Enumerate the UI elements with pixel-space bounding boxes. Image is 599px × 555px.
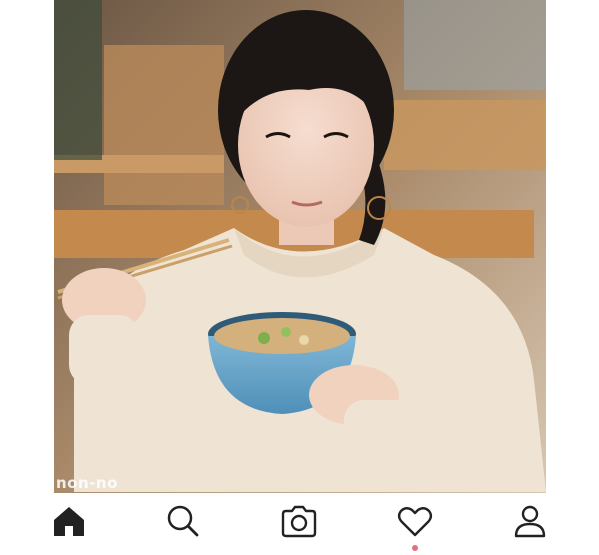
- bottom-tab-bar: [0, 493, 599, 555]
- tab-profile[interactable]: [510, 501, 550, 541]
- profile-icon: [514, 505, 546, 538]
- tab-activity[interactable]: [395, 501, 435, 551]
- brand-watermark: non-no: [56, 474, 118, 492]
- tab-home[interactable]: [49, 501, 89, 541]
- heart-icon: [397, 507, 433, 537]
- tab-search[interactable]: [163, 501, 203, 541]
- search-icon: [167, 505, 199, 537]
- camera-icon: [281, 505, 317, 538]
- post-photo[interactable]: [54, 0, 546, 493]
- tab-camera[interactable]: [279, 501, 319, 541]
- home-icon: [54, 507, 84, 536]
- notification-dot: [412, 545, 418, 551]
- photo-illustration: [54, 0, 546, 493]
